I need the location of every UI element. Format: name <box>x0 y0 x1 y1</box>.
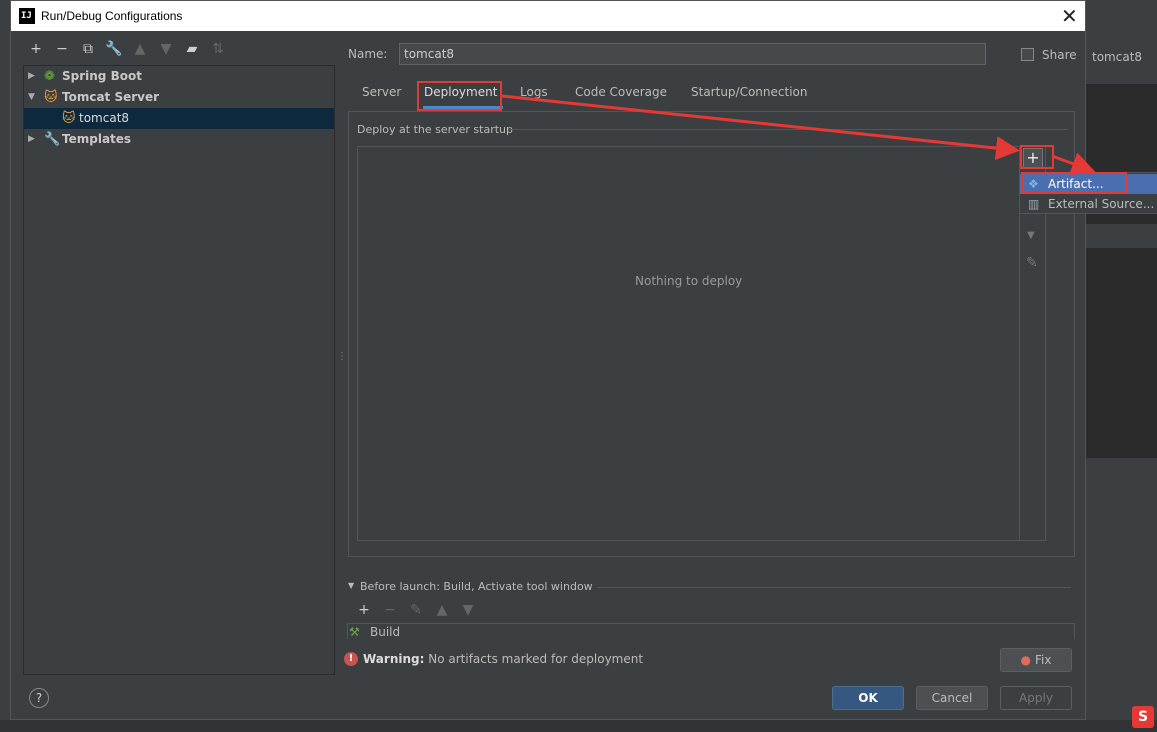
move-down-icon[interactable]: ▼ <box>1027 230 1035 241</box>
help-button[interactable]: ? <box>29 688 49 708</box>
annotation-box-add-button <box>1020 145 1054 169</box>
fix-button[interactable]: ● Fix <box>1000 648 1072 672</box>
run-debug-dialog: IJ Run/Debug Configurations ✕ + − ⧉ 🔧 ▲ ▼ ▰ ⇅ ▶… <box>10 0 1157 720</box>
fix-label: Fix <box>1035 653 1052 667</box>
empty-state-text: Nothing to deploy <box>635 274 743 288</box>
wrench-icon: 🔧 <box>44 132 61 147</box>
before-launch-task[interactable]: Build <box>370 625 400 639</box>
intellij-logo-icon: IJ <box>19 8 35 24</box>
copy-icon[interactable]: ⧉ <box>77 41 99 57</box>
configurations-toolbar: + − ⧉ 🔧 ▲ ▼ ▰ ⇅ <box>25 41 233 63</box>
warning-icon: ! <box>344 652 358 666</box>
apply-button[interactable]: Apply <box>1000 686 1072 710</box>
ide-editor-tab[interactable]: tomcat8 <box>1092 50 1142 64</box>
cancel-button[interactable]: Cancel <box>916 686 988 710</box>
hammer-icon: ⚒ <box>349 625 360 639</box>
edit-pencil-icon[interactable]: ✎ <box>405 602 427 618</box>
collapse-arrow-icon[interactable]: ▼ <box>348 581 354 590</box>
tab-code-coverage[interactable]: Code Coverage <box>575 85 667 99</box>
popup-item-label: External Source... <box>1048 197 1155 211</box>
move-down-icon[interactable]: ▼ <box>155 41 177 57</box>
ide-background-bottom <box>0 720 1157 732</box>
collapse-arrow-icon[interactable]: ▼ <box>28 87 35 108</box>
move-down-icon[interactable]: ▼ <box>457 602 479 618</box>
move-up-icon[interactable]: ▲ <box>129 41 151 57</box>
tomcat-icon: 🐱 <box>62 111 76 126</box>
folder-icon[interactable]: ▰ <box>181 41 203 57</box>
tree-item-tomcat-server[interactable]: ▼ 🐱 Tomcat Server <box>24 87 334 108</box>
section-divider <box>597 587 1071 588</box>
watermark-logo: S <box>1132 706 1154 728</box>
expand-arrow-icon[interactable]: ▶ <box>28 129 35 150</box>
tab-server[interactable]: Server <box>362 85 401 99</box>
title-bar: IJ Run/Debug Configurations ✕ <box>11 1 1085 31</box>
name-input[interactable]: tomcat8 <box>399 43 986 65</box>
close-icon[interactable]: ✕ <box>1061 4 1078 28</box>
deployment-list[interactable] <box>357 146 1046 541</box>
tab-startup-connection[interactable]: Startup/Connection <box>691 85 807 99</box>
warning-prefix: Warning: <box>363 652 425 666</box>
tree-item-templates[interactable]: ▶ 🔧 Templates <box>24 129 334 150</box>
wrench-icon[interactable]: 🔧 <box>103 41 125 57</box>
section-divider <box>508 129 1068 130</box>
share-checkbox[interactable] <box>1021 48 1034 61</box>
warning-message: Warning: No artifacts marked for deploym… <box>363 652 643 666</box>
before-launch-title[interactable]: Before launch: Build, Activate tool wind… <box>360 580 593 593</box>
tab-logs[interactable]: Logs <box>520 85 548 99</box>
warning-text: No artifacts marked for deployment <box>428 652 644 666</box>
tomcat-icon: 🐱 <box>44 90 58 105</box>
sort-icon[interactable]: ⇅ <box>207 41 229 57</box>
share-label[interactable]: Share <box>1042 48 1077 62</box>
tree-item-label: tomcat8 <box>79 111 130 125</box>
deploy-section-title: Deploy at the server startup <box>357 123 514 136</box>
spring-boot-icon: ❁ <box>44 69 55 84</box>
annotation-box-artifact <box>1021 172 1127 194</box>
splitter-handle[interactable]: ⋮ <box>337 351 347 362</box>
before-launch-toolbar: + − ✎ ▲ ▼ <box>353 602 483 618</box>
remove-icon[interactable]: − <box>379 602 401 618</box>
external-source-icon: ▥ <box>1028 197 1040 211</box>
name-label: Name: <box>348 47 388 61</box>
tree-item-spring-boot[interactable]: ▶ ❁ Spring Boot <box>24 66 334 87</box>
configurations-tree: ▶ ❁ Spring Boot ▼ 🐱 Tomcat Server 🐱 tomc… <box>23 65 335 675</box>
lightbulb-icon: ● <box>1020 653 1031 667</box>
tree-item-label: Tomcat Server <box>62 90 160 104</box>
edit-pencil-icon[interactable]: ✎ <box>1026 255 1038 271</box>
ide-background-right: tomcat8 <box>1086 0 1157 732</box>
before-launch-list <box>347 623 1075 639</box>
expand-arrow-icon[interactable]: ▶ <box>28 66 35 87</box>
window-title: Run/Debug Configurations <box>41 9 183 23</box>
tree-item-label: Templates <box>62 132 132 146</box>
tree-item-label: Spring Boot <box>62 69 142 83</box>
tree-item-tomcat8[interactable]: 🐱 tomcat8 <box>24 108 334 129</box>
ok-button[interactable]: OK <box>832 686 904 710</box>
move-up-icon[interactable]: ▲ <box>431 602 453 618</box>
annotation-box-deployment-tab <box>417 81 502 111</box>
popup-item-external-source[interactable]: ▥ External Source... <box>1020 194 1157 214</box>
add-icon[interactable]: + <box>25 41 47 57</box>
remove-icon[interactable]: − <box>51 41 73 57</box>
add-icon[interactable]: + <box>353 602 375 618</box>
